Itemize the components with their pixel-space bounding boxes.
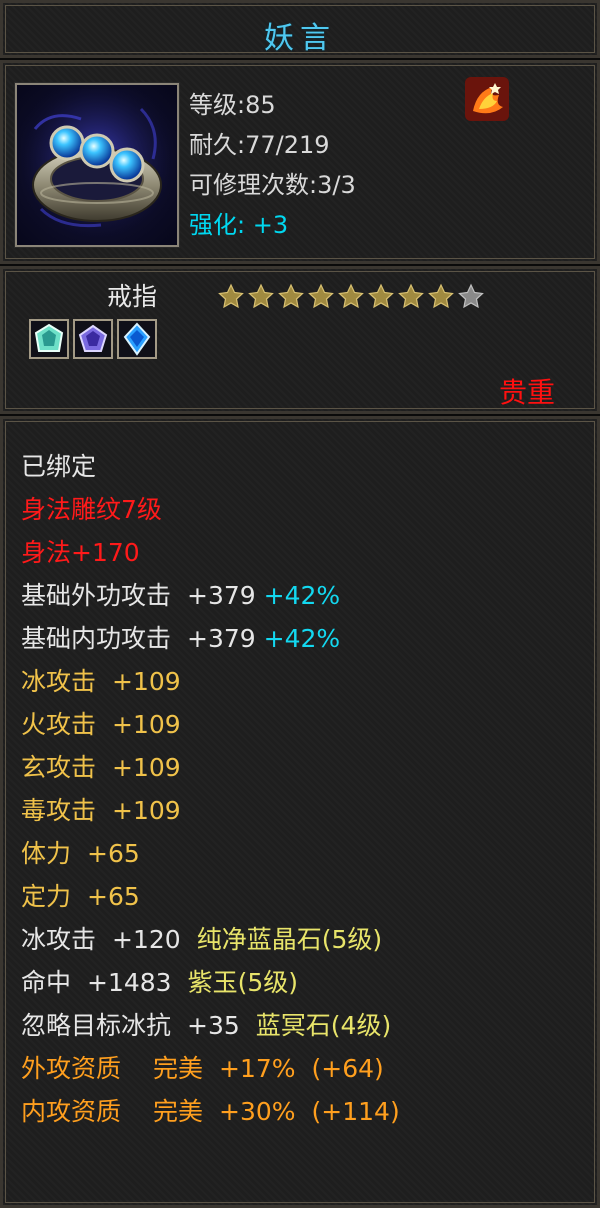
- green-gem-icon[interactable]: [29, 319, 69, 359]
- enhance-label: 强化:: [189, 211, 246, 239]
- star-filled-icon: [308, 283, 334, 309]
- int-attack-line: 基础内功攻击 +379 +42%: [21, 624, 341, 653]
- item-type: 戒指: [107, 282, 158, 311]
- fire-attack-line: 火攻击 +109: [21, 710, 181, 739]
- title-bar: 妖言: [0, 0, 600, 59]
- mystic-attack-line: 玄攻击 +109: [21, 753, 181, 782]
- ext-attack-line: 基础外功攻击 +379 +42%: [21, 581, 341, 610]
- item-info-panel: 等级:85 耐久:77/219 可修理次数:3/3 强化: +3: [0, 59, 600, 265]
- star-empty-icon: [458, 283, 484, 309]
- gem-bonus-line-1: 冰攻击 +120 纯净蓝晶石(5级): [21, 925, 383, 954]
- star-rating: [217, 283, 485, 309]
- item-tooltip: 妖言 等级:85 耐久:77/219 可修理次数:3/3 强化: +3 戒指 贵…: [0, 0, 600, 1208]
- bound-status: 已绑定: [21, 452, 97, 481]
- blue-gem-icon[interactable]: [117, 319, 157, 359]
- item-type-panel: 戒指 贵重: [0, 265, 600, 415]
- item-repair-count: 可修理次数:3/3: [189, 171, 356, 199]
- engrave-line: 身法雕纹7级: [21, 495, 162, 524]
- fire-phoenix-icon[interactable]: [465, 77, 509, 121]
- ring-icon: [21, 89, 173, 241]
- star-filled-icon: [338, 283, 364, 309]
- agility-line: 身法+170: [21, 538, 140, 567]
- ice-attack-line: 冰攻击 +109: [21, 667, 181, 696]
- quality-line-2: 内攻资质 完美 +30% (+114): [21, 1097, 400, 1126]
- star-filled-icon: [398, 283, 424, 309]
- purple-gem-icon[interactable]: [73, 319, 113, 359]
- item-icon-frame[interactable]: [14, 82, 180, 248]
- quality-line-1: 外攻资质 完美 +17% (+64): [21, 1054, 384, 1083]
- gem-bonus-line-2: 命中 +1483 紫玉(5级): [21, 968, 299, 997]
- item-level: 等级:85: [189, 91, 276, 119]
- gem-bonus-line-3: 忽略目标冰抗 +35 蓝冥石(4级): [21, 1011, 392, 1040]
- star-filled-icon: [278, 283, 304, 309]
- gem-sockets: [29, 319, 157, 359]
- star-filled-icon: [218, 283, 244, 309]
- item-enhance: 强化: +3: [189, 205, 288, 240]
- item-durability: 耐久:77/219: [189, 131, 330, 159]
- attributes-panel: 已绑定 身法雕纹7级 身法+170 基础外功攻击 +379 +42% 基础内功攻击…: [0, 415, 600, 1208]
- focus-line: 定力 +65: [21, 882, 140, 911]
- rarity-label: 贵重: [498, 376, 555, 409]
- star-filled-icon: [428, 283, 454, 309]
- star-filled-icon: [368, 283, 394, 309]
- star-filled-icon: [248, 283, 274, 309]
- item-name: 妖言: [264, 21, 336, 56]
- poison-attack-line: 毒攻击 +109: [21, 796, 181, 825]
- stamina-line: 体力 +65: [21, 839, 140, 868]
- enhance-value: +3: [252, 211, 289, 239]
